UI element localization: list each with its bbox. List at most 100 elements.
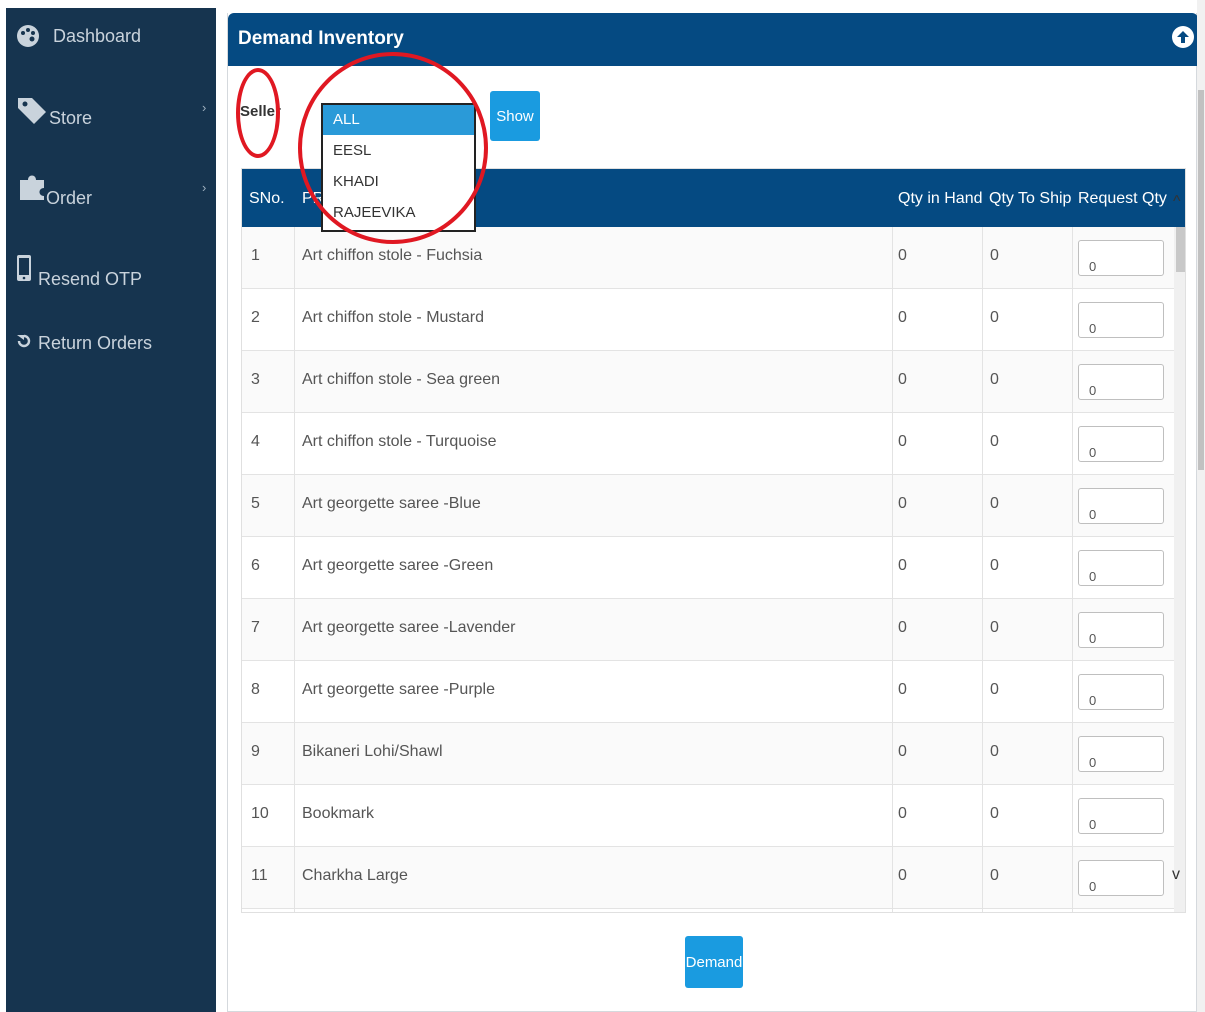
column-header-qty-in-hand: Qty in Hand: [898, 190, 983, 207]
seller-option-khadi[interactable]: KHADI: [323, 167, 474, 197]
undo-icon: [16, 333, 32, 349]
cell-qty-to-ship: 0: [990, 247, 999, 264]
table-row: 6 Art georgette saree -Green 0 0: [242, 537, 1174, 599]
table-row: 2 Art chiffon stole - Mustard 0 0: [242, 289, 1174, 351]
cell-product: Charkha Large: [302, 867, 408, 884]
cell-product: Bikaneri Lohi/Shawl: [302, 743, 443, 760]
arrow-up-circle-icon[interactable]: [1172, 26, 1194, 48]
cell-sno: 11: [251, 867, 268, 884]
cell-product: Art chiffon stole - Fuchsia: [302, 247, 483, 264]
seller-option-all[interactable]: ALL: [323, 105, 474, 135]
scroll-down-arrow-icon[interactable]: v: [1172, 866, 1180, 884]
inventory-table: SNo. PRODUCT Qty in Hand Qty To Ship Req…: [241, 168, 1186, 913]
page-scrollbar-thumb[interactable]: [1198, 90, 1204, 470]
seller-select-dropdown[interactable]: ALL EESL KHADI RAJEEVIKA: [321, 103, 476, 232]
request-qty-input[interactable]: [1078, 550, 1164, 586]
seller-label: Seller: [240, 103, 281, 120]
cell-qty-in-hand: 0: [898, 309, 907, 326]
request-qty-input[interactable]: [1078, 426, 1164, 462]
cell-qty-to-ship: 0: [990, 433, 999, 450]
cell-qty-in-hand: 0: [898, 681, 907, 698]
puzzle-icon: [16, 170, 48, 202]
cell-qty-in-hand: 0: [898, 557, 907, 574]
column-divider: [892, 227, 893, 912]
table-row: 10 Bookmark 0 0: [242, 785, 1174, 847]
cell-product: Art georgette saree -Lavender: [302, 619, 516, 636]
cell-sno: 10: [251, 805, 269, 822]
request-qty-input[interactable]: [1078, 674, 1164, 710]
table-row: 8 Art georgette saree -Purple 0 0: [242, 661, 1174, 723]
cell-qty-in-hand: 0: [898, 743, 907, 760]
cell-qty-to-ship: 0: [990, 371, 999, 388]
table-row: 11 Charkha Large 0 0: [242, 847, 1174, 909]
seller-option-rajeevika[interactable]: RAJEEVIKA: [323, 198, 474, 228]
sidebar-item-label: Resend OTP: [38, 269, 143, 289]
column-divider: [1072, 227, 1073, 912]
cell-sno: 8: [251, 681, 260, 698]
cell-qty-to-ship: 0: [990, 495, 999, 512]
cell-product: Art georgette saree -Purple: [302, 681, 495, 698]
scroll-up-arrow-icon[interactable]: ^: [1173, 193, 1181, 211]
cell-qty-in-hand: 0: [898, 433, 907, 450]
request-qty-input[interactable]: [1078, 364, 1164, 400]
column-header-request-qty: Request Qty: [1078, 190, 1167, 207]
sidebar-item-resend-otp[interactable]: Resend OTP: [6, 248, 216, 298]
cell-qty-to-ship: 0: [990, 309, 999, 326]
cell-qty-to-ship: 0: [990, 619, 999, 636]
cell-qty-to-ship: 0: [990, 805, 999, 822]
sidebar-item-label: Order: [46, 188, 93, 208]
table-row: 5 Art georgette saree -Blue 0 0: [242, 475, 1174, 537]
request-qty-input[interactable]: [1078, 736, 1164, 772]
page-title: Demand Inventory: [238, 28, 404, 49]
chevron-right-icon: ›: [202, 180, 207, 195]
column-divider: [982, 227, 983, 912]
demand-button[interactable]: Demand: [685, 936, 743, 988]
table-row: 9 Bikaneri Lohi/Shawl 0 0: [242, 723, 1174, 785]
request-qty-input[interactable]: [1078, 488, 1164, 524]
sidebar-item-order[interactable]: Order ›: [6, 168, 216, 218]
palette-icon: [16, 24, 40, 48]
tag-icon: [16, 94, 48, 126]
request-qty-input[interactable]: [1078, 860, 1164, 896]
table-scrollbar-thumb[interactable]: [1176, 227, 1185, 272]
request-qty-input[interactable]: [1078, 240, 1164, 276]
cell-qty-in-hand: 0: [898, 247, 907, 264]
cell-product: Art georgette saree -Green: [302, 557, 494, 574]
column-divider: [294, 227, 295, 912]
cell-qty-in-hand: 0: [898, 867, 907, 884]
sidebar-item-dashboard[interactable]: Dashboard: [6, 12, 216, 62]
request-qty-input[interactable]: [1078, 612, 1164, 648]
cell-product: Art chiffon stole - Mustard: [302, 309, 484, 326]
sidebar-item-return-orders[interactable]: Return Orders: [6, 318, 216, 368]
seller-option-eesl[interactable]: EESL: [323, 136, 474, 166]
sidebar-item-store[interactable]: Store ›: [6, 88, 216, 138]
cell-sno: 9: [251, 743, 260, 760]
chevron-right-icon: ›: [202, 100, 207, 115]
show-button[interactable]: Show: [490, 91, 540, 141]
cell-qty-to-ship: 0: [990, 557, 999, 574]
cell-qty-in-hand: 0: [898, 371, 907, 388]
cell-product: Bookmark: [302, 805, 375, 822]
cell-sno: 7: [251, 619, 260, 636]
cell-qty-to-ship: 0: [990, 743, 999, 760]
sidebar: Dashboard Store › Order › Resend OTP Ret…: [6, 8, 216, 1012]
cell-product: Art georgette saree -Blue: [302, 495, 481, 512]
mobile-icon: [16, 254, 32, 282]
request-qty-input[interactable]: [1078, 302, 1164, 338]
cell-product: Art chiffon stole - Sea green: [302, 371, 501, 388]
cell-product: Art chiffon stole - Turquoise: [302, 433, 497, 450]
sidebar-item-label: Return Orders: [38, 333, 153, 353]
cell-sno: 1: [251, 247, 260, 264]
cell-sno: 5: [251, 495, 260, 512]
table-scrollbar[interactable]: [1174, 227, 1185, 912]
cell-sno: 2: [251, 309, 260, 326]
cell-qty-in-hand: 0: [898, 619, 907, 636]
request-qty-input[interactable]: [1078, 798, 1164, 834]
page-scrollbar[interactable]: [1197, 0, 1205, 1012]
sidebar-item-label: Store: [49, 108, 93, 128]
cell-sno: 6: [251, 557, 260, 574]
column-header-qty-to-ship: Qty To Ship: [989, 190, 1072, 207]
cell-sno: 4: [251, 433, 260, 450]
table-row: 7 Art georgette saree -Lavender 0 0: [242, 599, 1174, 661]
sidebar-item-label: Dashboard: [53, 26, 142, 46]
